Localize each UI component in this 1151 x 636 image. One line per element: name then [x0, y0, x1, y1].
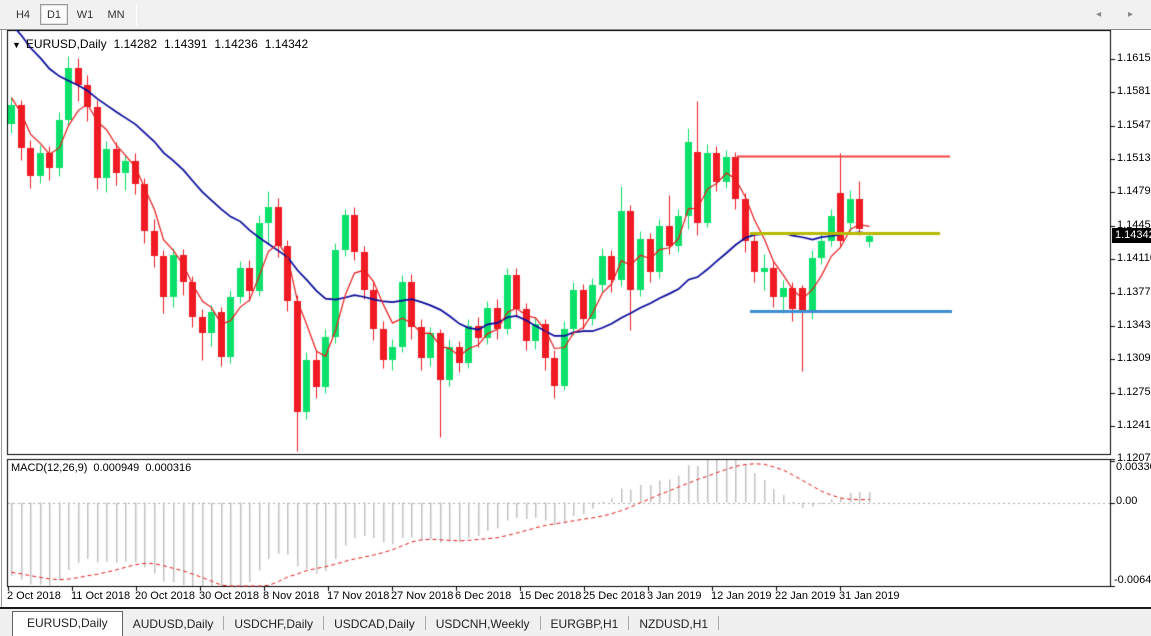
tab-audusd-daily[interactable]: AUDUSD,Daily [123, 613, 224, 636]
date-axis-label: 15 Dec 2018 [519, 590, 581, 602]
tab-eurgbp-h1[interactable]: EURGBP,H1 [541, 613, 629, 636]
toolbar-separator [136, 4, 137, 26]
timeframe-button-w1[interactable]: W1 [71, 4, 99, 25]
date-axis-label: 12 Jan 2019 [711, 590, 772, 602]
date-axis-label: 3 Jan 2019 [647, 590, 701, 602]
date-axis-label: 31 Jan 2019 [839, 590, 900, 602]
ohlc-open: 1.14282 [114, 37, 157, 51]
current-price-tag: 1.14342 [1112, 228, 1151, 243]
symbol-dropdown-arrow-icon[interactable]: ▼ [12, 40, 21, 50]
tab-separator [718, 616, 719, 630]
price-axis-label: 1.16150 [1117, 52, 1151, 64]
date-axis-label: 27 Nov 2018 [391, 590, 453, 602]
macd-signal-value: 0.000316 [145, 462, 191, 474]
chart-window: ▼ EURUSD,Daily 1.14282 1.14391 1.14236 1.1434… [0, 30, 1151, 607]
macd-name: MACD(12,26,9) [11, 462, 87, 474]
macd-axis-zero: 0.00 [1116, 495, 1137, 507]
price-axis-label: 1.14790 [1117, 185, 1151, 197]
tab-scroll-arrows-icon[interactable]: ◂ ▸ [1096, 9, 1145, 20]
date-axis-label: 6 Dec 2018 [455, 590, 511, 602]
timeframe-toolbar: H4D1W1MN [0, 0, 1151, 30]
ohlc-low: 1.14236 [214, 37, 257, 51]
date-axis-label: 2 Oct 2018 [7, 590, 61, 602]
price-axis-label: 1.12410 [1117, 419, 1151, 431]
tab-usdchf-daily[interactable]: USDCHF,Daily [224, 613, 323, 636]
tab-usdcnh-weekly[interactable]: USDCNH,Weekly [426, 613, 540, 636]
date-axis-label: 11 Oct 2018 [71, 590, 130, 602]
ohlc-high: 1.14391 [164, 37, 207, 51]
price-axis-label: 1.13770 [1117, 286, 1151, 298]
symbol-label: EURUSD,Daily [26, 37, 107, 51]
price-axis-label: 1.13430 [1117, 319, 1151, 331]
window-left-edge [1, 30, 2, 607]
date-axis-label: 17 Nov 2018 [327, 590, 389, 602]
macd-axis-max: 0.003306 [1116, 461, 1151, 473]
ohlc-close: 1.14342 [265, 37, 308, 51]
price-axis-label: 1.13090 [1117, 352, 1151, 364]
tab-nzdusd-h1[interactable]: NZDUSD,H1 [629, 613, 718, 636]
tab-usdcad-daily[interactable]: USDCAD,Daily [324, 613, 425, 636]
date-axis-label: 8 Nov 2018 [263, 590, 319, 602]
price-axis-label: 1.12750 [1117, 386, 1151, 398]
price-axis-label: 1.15130 [1117, 152, 1151, 164]
tab-eurusd-daily[interactable]: EURUSD,Daily [12, 611, 123, 636]
macd-axis-min: -0.00649 [1114, 574, 1151, 586]
date-axis-label: 30 Oct 2018 [199, 590, 259, 602]
timeframe-button-mn[interactable]: MN [102, 4, 130, 25]
timeframe-button-d1[interactable]: D1 [40, 4, 68, 25]
date-axis-label: 20 Oct 2018 [135, 590, 195, 602]
timeframe-button-h4[interactable]: H4 [9, 4, 37, 25]
price-axis-label: 1.15470 [1117, 119, 1151, 131]
date-axis-label: 22 Jan 2019 [775, 590, 836, 602]
macd-main-value: 0.000949 [93, 462, 139, 474]
price-axis-label: 1.15810 [1117, 85, 1151, 97]
chart-canvas[interactable] [0, 30, 1151, 607]
symbol-tabbar: EURUSD,DailyAUDUSD,DailyUSDCHF,DailyUSDC… [0, 607, 1151, 636]
chart-title: ▼ EURUSD,Daily 1.14282 1.14391 1.14236 1.1434… [12, 37, 308, 51]
date-axis-label: 25 Dec 2018 [583, 590, 645, 602]
price-axis-label: 1.14110 [1117, 252, 1151, 264]
macd-indicator-label: MACD(12,26,9) 0.000949 0.000316 [11, 462, 197, 474]
